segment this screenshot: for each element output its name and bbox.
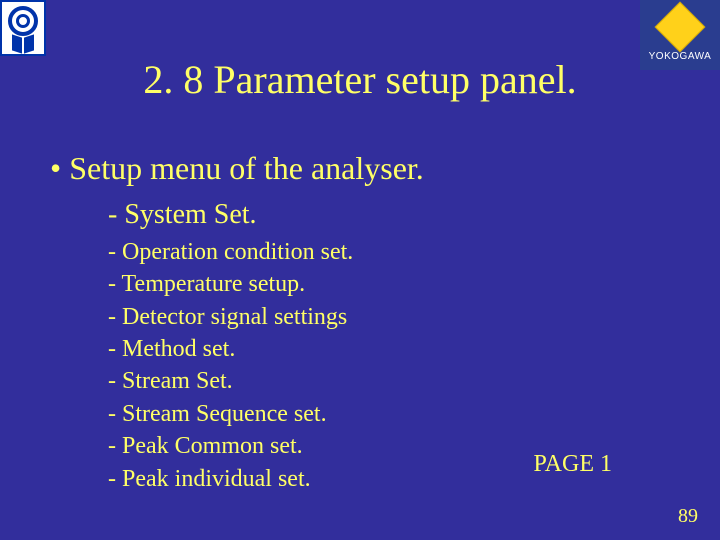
sub-item: - Stream Sequence set.	[108, 398, 353, 430]
slide-number: 89	[678, 505, 698, 528]
page-label: PAGE 1	[534, 451, 612, 478]
sub-item: - Method set.	[108, 333, 353, 365]
sub-item: - Peak individual set.	[108, 463, 353, 495]
main-bullet: • Setup menu of the analyser.	[50, 150, 424, 187]
sub-item-first: - System Set.	[108, 196, 353, 234]
sub-item: - Temperature setup.	[108, 268, 353, 300]
diamond-icon	[655, 1, 706, 52]
award-ribbon-icon	[0, 0, 46, 56]
slide: YOKOGAWA 2. 8 Parameter setup panel. • S…	[0, 0, 720, 540]
sub-item: - Stream Set.	[108, 365, 353, 397]
sub-item: - Operation condition set.	[108, 236, 353, 268]
sub-list: - System Set. - Operation condition set.…	[108, 196, 353, 495]
sub-item: - Peak Common set.	[108, 430, 353, 462]
sub-item: - Detector signal settings	[108, 301, 353, 333]
slide-title: 2. 8 Parameter setup panel.	[0, 56, 720, 103]
